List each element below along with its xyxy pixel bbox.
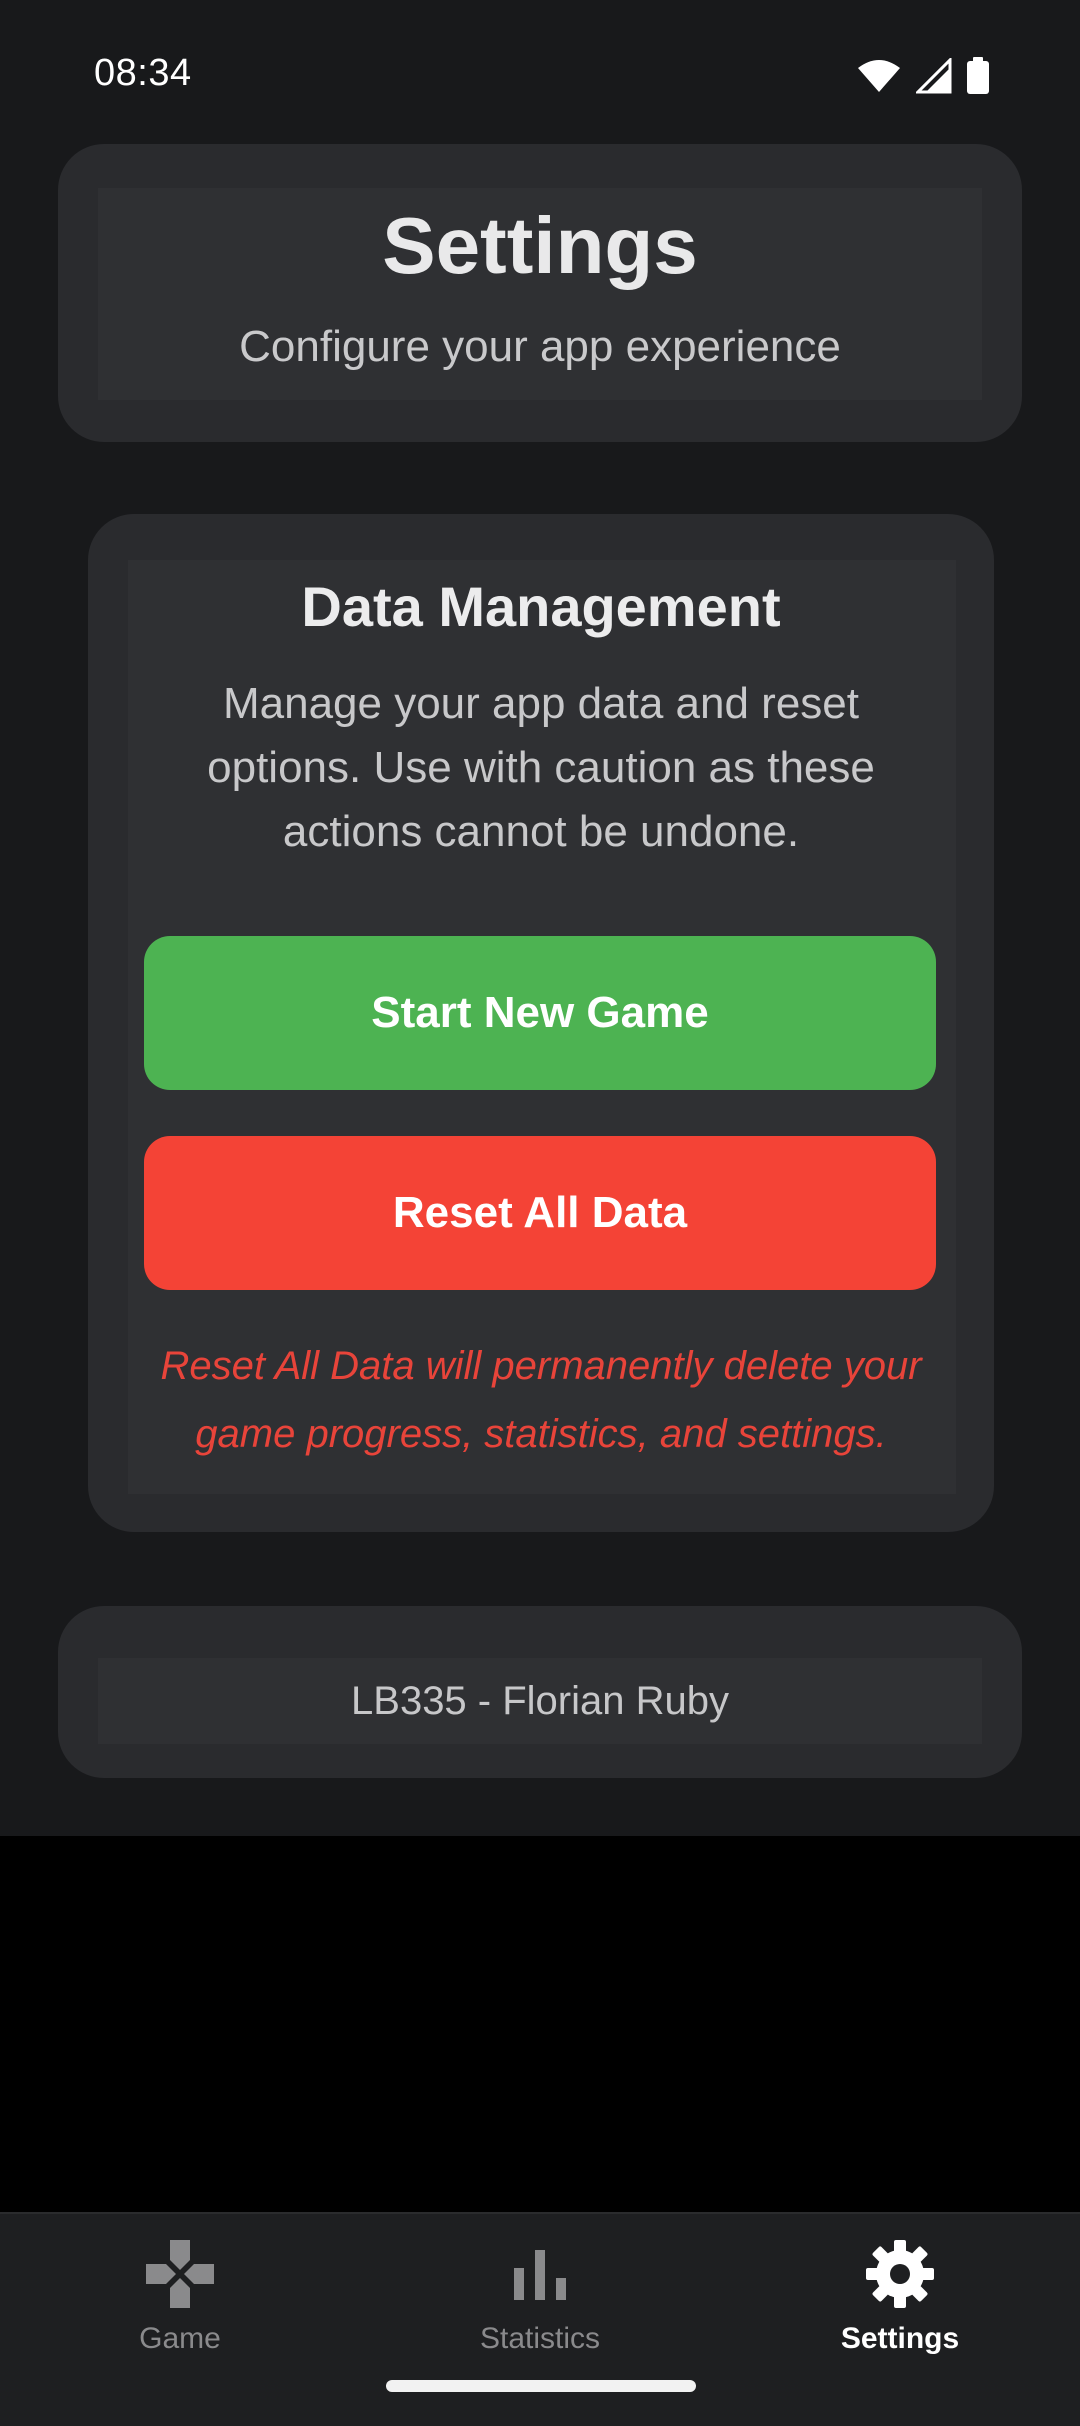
page-subtitle: Configure your app experience (239, 322, 841, 371)
wifi-icon (856, 58, 902, 94)
nav-label-game: Game (139, 2322, 221, 2355)
nav-item-statistics[interactable]: Statistics (410, 2234, 670, 2374)
data-management-title: Data Management (301, 575, 781, 638)
start-new-game-button[interactable]: Start New Game (144, 936, 936, 1090)
footer-card-inner: LB335 - Florian Ruby (98, 1658, 982, 1744)
footer-credit: LB335 - Florian Ruby (351, 1678, 729, 1723)
data-management-description: Manage your app data and reset options. … (207, 679, 875, 856)
cellular-signal-icon (916, 58, 952, 94)
battery-icon (966, 57, 990, 95)
nav-item-settings[interactable]: Settings (770, 2234, 1030, 2374)
header-card: Settings Configure your app experience (58, 144, 1022, 442)
nav-label-statistics: Statistics (479, 2322, 601, 2355)
status-bar: 08:34 (0, 0, 1080, 150)
gear-icon (865, 2234, 935, 2314)
nav-item-game[interactable]: Game (50, 2234, 310, 2374)
page-title: Settings (382, 201, 698, 290)
home-indicator[interactable] (386, 2380, 696, 2392)
status-icons (856, 56, 990, 96)
gamepad-icon (144, 2234, 216, 2314)
nav-label-settings: Settings (840, 2322, 960, 2355)
reset-warning-text: Reset All Data will permanently delete y… (160, 1344, 922, 1456)
reset-all-data-button[interactable]: Reset All Data (144, 1136, 936, 1290)
warning-wrapper: Reset All Data will permanently delete y… (148, 1332, 934, 1492)
status-time: 08:34 (94, 52, 192, 94)
bottom-navigation: Game Statistics Settings (0, 2212, 1080, 2426)
footer-card: LB335 - Florian Ruby (58, 1606, 1022, 1778)
bar-chart-icon (510, 2234, 570, 2314)
